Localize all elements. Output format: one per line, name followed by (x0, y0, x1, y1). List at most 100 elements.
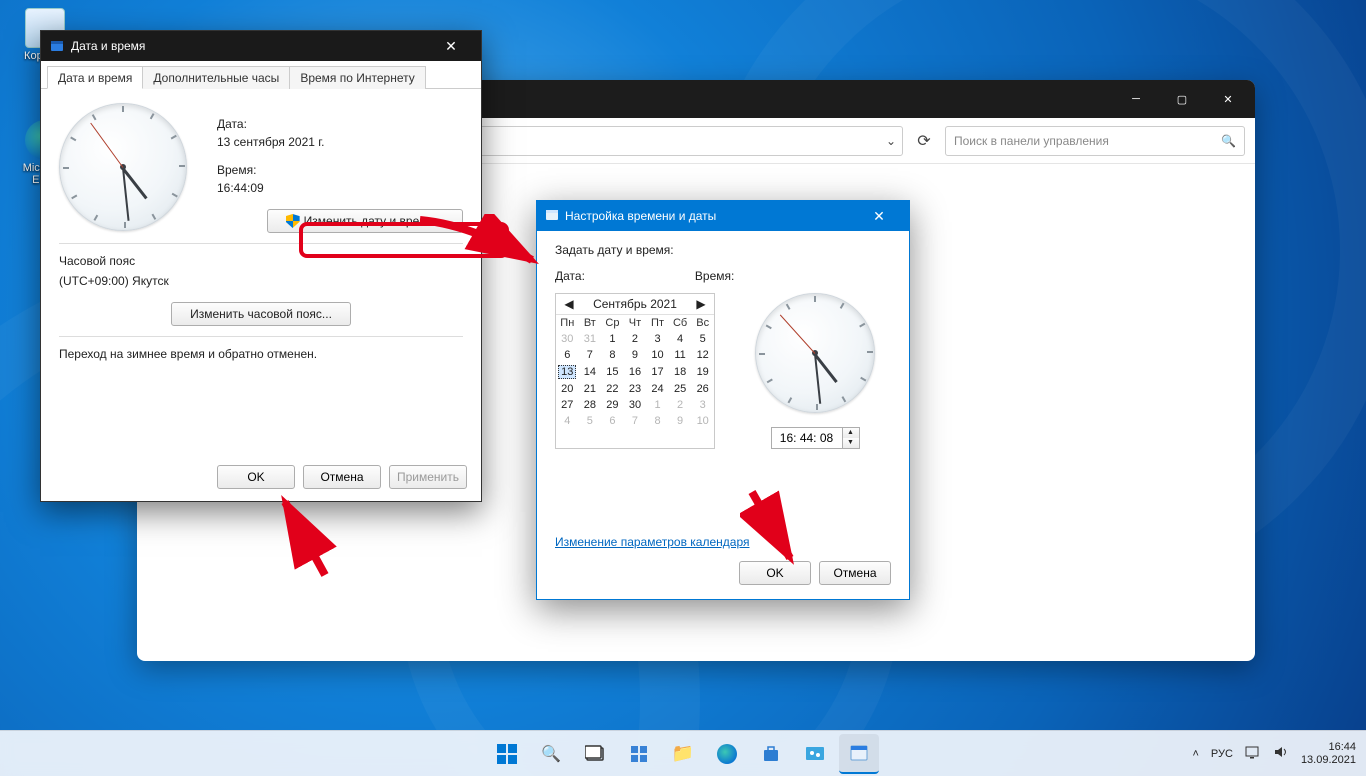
datetime-taskbar-button[interactable] (839, 734, 879, 774)
calendar-day[interactable]: 5 (579, 413, 602, 429)
calendar-day[interactable]: 27 (556, 397, 579, 413)
calendar-day[interactable]: 11 (669, 347, 692, 363)
spin-down-button[interactable]: ▼ (843, 438, 859, 448)
task-view-button[interactable] (575, 734, 615, 774)
apply-button[interactable]: Применить (389, 465, 467, 489)
dt-titlebar[interactable]: Дата и время ✕ (41, 31, 481, 61)
calendar-day[interactable]: 14 (579, 363, 602, 381)
calendar-day[interactable]: 5 (691, 331, 714, 347)
calendar-month-title[interactable]: Сентябрь 2021 (593, 297, 677, 311)
calendar-day[interactable]: 3 (691, 397, 714, 413)
date-label: Дата: (217, 117, 463, 131)
change-timezone-button[interactable]: Изменить часовой пояс... (171, 302, 351, 326)
calendar-day[interactable]: 8 (601, 347, 624, 363)
calendar-day[interactable]: 12 (691, 347, 714, 363)
calendar-day[interactable]: 15 (601, 363, 624, 381)
minimize-button[interactable]: ─ (1113, 83, 1159, 115)
calendar-prev-button[interactable]: ◀ (562, 297, 576, 311)
datetime-app-icon (848, 742, 870, 764)
calendar-day[interactable]: 6 (556, 347, 579, 363)
calendar-day[interactable]: 7 (579, 347, 602, 363)
cp-search-input[interactable]: Поиск в панели управления 🔍 (945, 126, 1245, 156)
start-button[interactable] (487, 734, 527, 774)
tray-chevron-icon[interactable]: ˄ (1192, 748, 1198, 760)
calendar-day[interactable]: 30 (556, 331, 579, 347)
calendar-day[interactable]: 22 (601, 381, 624, 397)
cancel-button[interactable]: Отмена (303, 465, 381, 489)
cancel-button[interactable]: Отмена (819, 561, 891, 585)
calendar-day[interactable]: 3 (646, 331, 669, 347)
maximize-button[interactable]: ▢ (1159, 83, 1205, 115)
calendar-day[interactable]: 2 (624, 331, 647, 347)
ok-button[interactable]: OK (217, 465, 295, 489)
calendar-day[interactable]: 20 (556, 381, 579, 397)
calendar-day[interactable]: 2 (669, 397, 692, 413)
time-input[interactable] (772, 428, 842, 448)
volume-icon[interactable] (1273, 745, 1289, 762)
calendar-day[interactable]: 9 (669, 413, 692, 429)
ok-button[interactable]: OK (739, 561, 811, 585)
control-panel-taskbar-button[interactable] (795, 734, 835, 774)
tab-date-time[interactable]: Дата и время (47, 66, 143, 89)
change-date-time-label: Изменить дату и время... (304, 214, 444, 228)
calendar-day[interactable]: 23 (624, 381, 647, 397)
calendar-day[interactable]: 25 (669, 381, 692, 397)
date-value: 13 сентября 2021 г. (217, 135, 463, 149)
calendar-day[interactable]: 10 (646, 347, 669, 363)
widgets-button[interactable] (619, 734, 659, 774)
calendar-day[interactable]: 7 (624, 413, 647, 429)
calendar-day[interactable]: 24 (646, 381, 669, 397)
calendar-day[interactable]: 16 (624, 363, 647, 381)
calendar-day[interactable]: 31 (579, 331, 602, 347)
calendar-day[interactable]: 10 (691, 413, 714, 429)
calendar-day[interactable]: 26 (691, 381, 714, 397)
tab-additional-clocks[interactable]: Дополнительные часы (142, 66, 290, 89)
calendar-day[interactable]: 9 (624, 347, 647, 363)
time-label: Время: (217, 163, 463, 177)
calendar-day[interactable]: 8 (646, 413, 669, 429)
calendar-day[interactable]: 4 (669, 331, 692, 347)
calendar-day[interactable]: 1 (646, 397, 669, 413)
calendar-day[interactable]: 21 (579, 381, 602, 397)
language-indicator[interactable]: РУС (1211, 748, 1233, 760)
timezone-value: (UTC+09:00) Якутск (59, 274, 463, 288)
date-label: Дата: (555, 269, 585, 283)
edge-taskbar-button[interactable] (707, 734, 747, 774)
calendar-day[interactable]: 17 (646, 363, 669, 381)
calendar-day[interactable]: 28 (579, 397, 602, 413)
close-button[interactable]: ✕ (857, 202, 901, 230)
taskbar-time: 16:44 (1301, 741, 1356, 754)
time-spinner[interactable]: ▲ ▼ (771, 427, 860, 449)
tab-internet-time[interactable]: Время по Интернету (289, 66, 425, 89)
calendar-settings-link[interactable]: Изменение параметров календаря (555, 535, 750, 549)
calendar-day[interactable]: 13 (556, 363, 579, 381)
analog-clock (755, 293, 875, 413)
calendar-day[interactable]: 29 (601, 397, 624, 413)
dt-tabs: Дата и время Дополнительные часы Время п… (41, 61, 481, 89)
store-taskbar-button[interactable] (751, 734, 791, 774)
chevron-down-icon[interactable]: ⌄ (886, 134, 896, 148)
calendar-day[interactable]: 1 (601, 331, 624, 347)
calendar-next-button[interactable]: ▶ (694, 297, 708, 311)
calendar-day[interactable]: 6 (601, 413, 624, 429)
network-icon[interactable] (1245, 745, 1261, 762)
explorer-taskbar-button[interactable]: 📁 (663, 734, 703, 774)
taskbar-clock[interactable]: 16:44 13.09.2021 (1301, 741, 1356, 767)
calendar-day[interactable]: 19 (691, 363, 714, 381)
change-date-time-button[interactable]: Изменить дату и время... (267, 209, 463, 233)
close-button[interactable]: ✕ (429, 32, 473, 60)
search-placeholder: Поиск в панели управления (954, 134, 1109, 148)
analog-clock (59, 103, 187, 231)
taskbar: 🔍 📁 ˄ РУС 16:44 13.09.2021 (0, 730, 1366, 776)
search-taskbar-button[interactable]: 🔍 (531, 734, 571, 774)
calendar-day[interactable]: 30 (624, 397, 647, 413)
set-titlebar[interactable]: Настройка времени и даты ✕ (537, 201, 909, 231)
close-button[interactable]: ✕ (1205, 83, 1251, 115)
refresh-button[interactable]: ⟳ (909, 126, 939, 156)
store-icon (761, 744, 781, 764)
calendar-day[interactable]: 4 (556, 413, 579, 429)
calendar-grid[interactable]: ПнВтСрЧтПтСбВс30311234567891011121314151… (556, 315, 714, 429)
spin-up-button[interactable]: ▲ (843, 428, 859, 438)
calendar-day[interactable]: 18 (669, 363, 692, 381)
date-time-dialog: Дата и время ✕ Дата и время Дополнительн… (40, 30, 482, 502)
